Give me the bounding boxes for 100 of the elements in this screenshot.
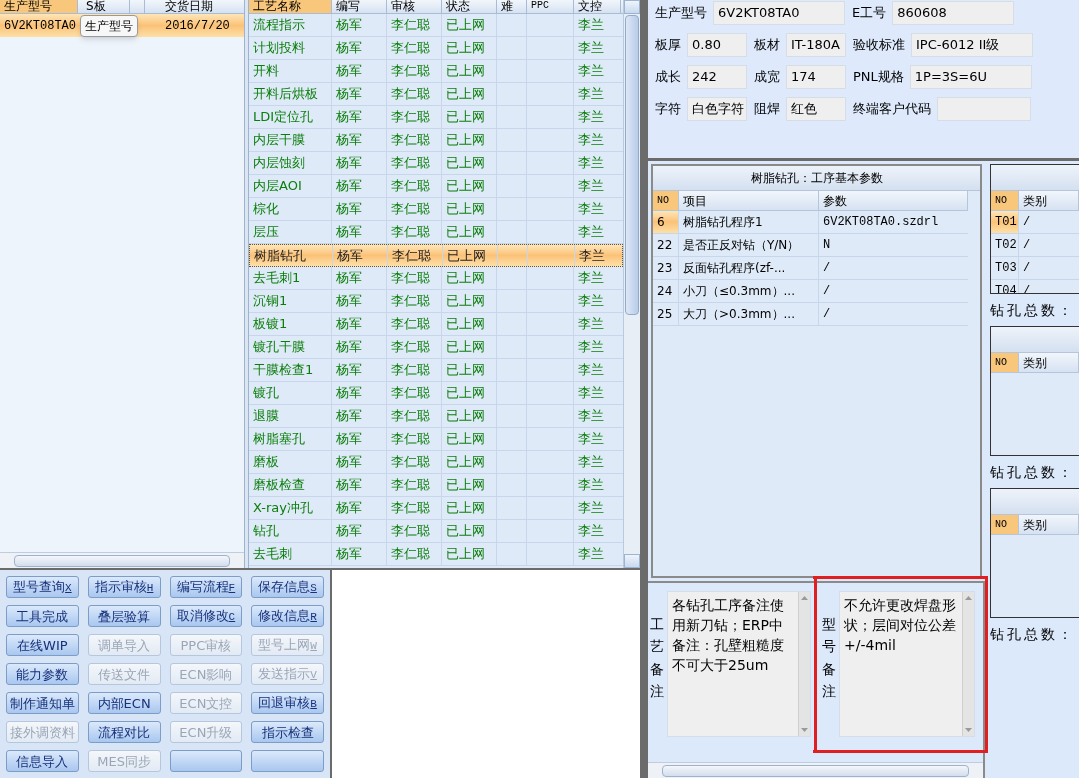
scroll-up-icon[interactable] [801,596,808,600]
column-header[interactable]: 交货日期 [145,0,244,13]
column-header[interactable]: 状态 [442,0,497,13]
toolbar-button[interactable]: 编写流程F [169,576,243,598]
table-cell: 李仁聪 [387,543,442,565]
column-header[interactable]: 文控 [574,0,621,13]
toolbar-button[interactable]: 能力参数 [6,663,79,685]
toolbar-button[interactable]: 型号查询X [6,576,79,598]
input-field[interactable]: 红色 [786,97,846,121]
row-number[interactable]: 6 [653,211,679,233]
horizontal-scrollbar[interactable] [648,762,983,778]
process-row[interactable]: 计划投料 杨军 李仁聪 已上网 李兰 [249,37,623,60]
process-row[interactable]: 内层干膜 杨军 李仁聪 已上网 李兰 [249,129,623,152]
input-field[interactable]: 6V2KT08TA0 [713,1,845,25]
process-row[interactable]: X-ray冲孔 杨军 李仁聪 已上网 李兰 [249,497,623,520]
vertical-scrollbar[interactable] [962,592,974,736]
column-header[interactable]: 审核 [387,0,442,13]
toolbar-button[interactable]: 流程对比 [87,721,161,743]
process-row[interactable]: LDI定位孔 杨军 李仁聪 已上网 李兰 [249,106,623,129]
column-header[interactable]: 难 [497,0,527,13]
vertical-scrollbar[interactable] [623,0,640,568]
row-number[interactable]: 25 [653,303,679,325]
process-row[interactable]: 磨板检查 杨军 李仁聪 已上网 李兰 [249,474,623,497]
column-header[interactable]: S板 [78,0,130,13]
note-field[interactable]: 不允许更改焊盘形状；层间对位公差+/-4mil [839,591,975,737]
input-field[interactable]: 174 [786,65,846,89]
column-header[interactable]: 项目 [679,191,819,210]
toolbar-button[interactable]: 保存信息S [251,576,324,598]
process-row[interactable]: 开料 杨军 李仁聪 已上网 李兰 [249,60,623,83]
toolbar-button[interactable]: 指示审核H [87,576,161,598]
process-row[interactable]: 板镀1 杨军 李仁聪 已上网 李兰 [249,313,623,336]
scroll-down-icon[interactable] [965,728,972,732]
input-field[interactable]: IT-180A [786,33,846,57]
column-header[interactable]: 类别 [1019,515,1079,534]
input-field[interactable]: 0.80 [687,33,747,57]
process-row[interactable]: 去毛刺 杨军 李仁聪 已上网 李兰 [249,543,623,566]
toolbar-button[interactable]: 回退审核B [251,692,324,714]
column-header[interactable]: NO [653,191,679,210]
table-cell-text: / [822,283,832,300]
column-header[interactable]: 类别 [1019,353,1079,372]
process-row[interactable]: 去毛刺1 杨军 李仁聪 已上网 李兰 [249,267,623,290]
row-number[interactable]: T03 [991,257,1019,279]
process-row[interactable]: 树脂塞孔 杨军 李仁聪 已上网 李兰 [249,428,623,451]
toolbar-button[interactable]: 取消修改C [169,605,243,627]
toolbar-button[interactable]: 指示检查 [251,721,324,743]
column-header[interactable]: 类别 [1019,191,1079,210]
table-cell: 杨军 [332,83,387,105]
process-row[interactable]: 镀孔 杨军 李仁聪 已上网 李兰 [249,382,623,405]
vertical-scrollbar[interactable] [798,592,810,736]
table-cell-text: 李兰 [577,39,605,58]
process-row[interactable]: 沉铜1 杨军 李仁聪 已上网 李兰 [249,290,623,313]
input-field[interactable]: IPC-6012 II级 [911,33,1033,57]
row-number[interactable]: 24 [653,280,679,302]
toolbar-button[interactable]: 制作通知单 [6,692,79,714]
table-cell: 去毛刺 [249,543,332,565]
process-row[interactable]: 树脂钻孔 杨军 李仁聪 已上网 李兰 [249,244,623,267]
toolbar-button[interactable]: 在线WIP [6,634,79,656]
input-field[interactable] [937,97,1031,121]
input-field[interactable]: 白色字符 [687,97,747,121]
row-number[interactable]: T01 [991,211,1019,233]
process-row[interactable]: 棕化 杨军 李仁聪 已上网 李兰 [249,198,623,221]
splitter[interactable] [245,0,249,568]
toolbar-button[interactable]: 信息导入 [6,750,79,772]
process-row[interactable]: 钻孔 杨军 李仁聪 已上网 李兰 [249,520,623,543]
process-row[interactable]: 流程指示 杨军 李仁聪 已上网 李兰 [249,14,623,37]
input-field[interactable]: 242 [687,65,747,89]
column-header[interactable]: 工艺名称 [249,0,332,13]
row-number[interactable]: T02 [991,234,1019,256]
row-number[interactable]: 22 [653,234,679,256]
column-header[interactable]: NO [991,353,1019,372]
scroll-up-icon[interactable] [965,596,972,600]
input-field[interactable]: 1P=3S=6U [909,65,1032,89]
process-row[interactable]: 干膜检查1 杨军 李仁聪 已上网 李兰 [249,359,623,382]
table-cell: 计划投料 [249,37,332,59]
process-row[interactable]: 内层蚀刻 杨军 李仁聪 已上网 李兰 [249,152,623,175]
process-row[interactable]: 镀孔干膜 杨军 李仁聪 已上网 李兰 [249,336,623,359]
horizontal-scrollbar[interactable] [0,552,244,568]
column-header[interactable]: NO [991,515,1019,534]
process-row[interactable]: 退膜 杨军 李仁聪 已上网 李兰 [249,405,623,428]
column-header[interactable]: NO [991,191,1019,210]
note-field[interactable]: 各钻孔工序备注使用新刀钻；ERP中备注：孔壁粗糙度不可大于25um [667,591,811,737]
row-number[interactable]: 23 [653,257,679,279]
toolbar-button[interactable] [251,750,324,772]
toolbar-button[interactable]: 内部ECN [87,692,161,714]
total-label: 钻孔总数： [990,462,1076,482]
toolbar-button[interactable]: 修改信息R [251,605,324,627]
toolbar-button[interactable] [169,750,243,772]
table-cell: 已上网 [442,106,497,128]
toolbar-button[interactable]: 叠层验算 [87,605,161,627]
column-header[interactable]: 生产型号 [0,0,78,13]
column-header[interactable]: 参数 [819,191,968,210]
scroll-down-icon[interactable] [801,728,808,732]
toolbar-button[interactable]: 工具完成 [6,605,79,627]
column-header[interactable]: PPC [527,0,574,13]
process-row[interactable]: 磨板 杨军 李仁聪 已上网 李兰 [249,451,623,474]
process-row[interactable]: 开料后烘板 杨军 李仁聪 已上网 李兰 [249,83,623,106]
process-row[interactable]: 内层AOI 杨军 李仁聪 已上网 李兰 [249,175,623,198]
input-field[interactable]: 860608 [892,1,1015,25]
table-cell: 李仁聪 [387,520,442,542]
column-header[interactable]: 编写 [332,0,387,13]
